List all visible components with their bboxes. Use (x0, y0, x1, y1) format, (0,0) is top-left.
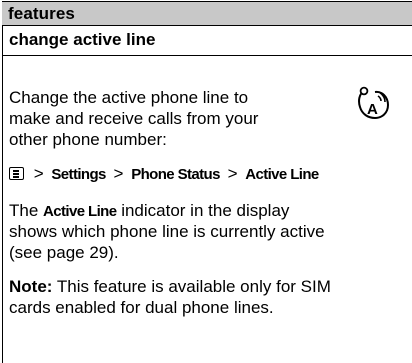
note-line-2: cards enabled for dual phone lines. (9, 298, 274, 317)
left-border-line (2, 26, 3, 363)
dual-line-network-icon-svg: A (358, 86, 390, 120)
note-label: Note: (9, 277, 53, 296)
path-item-settings: Settings (51, 166, 106, 183)
icon-badge-letter: A (367, 101, 378, 118)
note-text: This feature is available only for SIM (52, 277, 331, 296)
intro-line-2: make and receive calls from your (9, 109, 259, 128)
indicator-prefix: The (9, 201, 39, 220)
menu-path: > Settings > Phone Status > Active Line (9, 163, 319, 185)
indicator-term: Active Line (43, 203, 117, 220)
dual-line-network-icon: A (355, 85, 391, 121)
note-line-1: Note: This feature is available only for… (9, 276, 331, 297)
path-separator: > (113, 164, 124, 183)
intro-line-3: other phone number: (9, 130, 167, 149)
intro-line-1: Change the active phone line to (9, 88, 249, 107)
path-item-active-line: Active Line (245, 166, 319, 183)
indicator-line-3: (see page 29). (9, 243, 119, 262)
path-item-phone-status: Phone Status (131, 166, 220, 183)
indicator-line-1: The Active Line indicator in the display (9, 200, 289, 222)
title-divider (2, 55, 412, 56)
feature-title: change active line (9, 30, 156, 49)
indicator-line-2: shows which phone line is currently acti… (9, 222, 325, 241)
path-separator: > (227, 164, 238, 183)
path-separator: > (33, 164, 44, 183)
section-header-bar: features (2, 1, 412, 26)
menu-key-icon (9, 167, 24, 180)
section-header-label: features (8, 4, 75, 23)
manual-page: features change active line Change the a… (0, 0, 412, 363)
indicator-suffix: indicator in the display (121, 201, 290, 220)
